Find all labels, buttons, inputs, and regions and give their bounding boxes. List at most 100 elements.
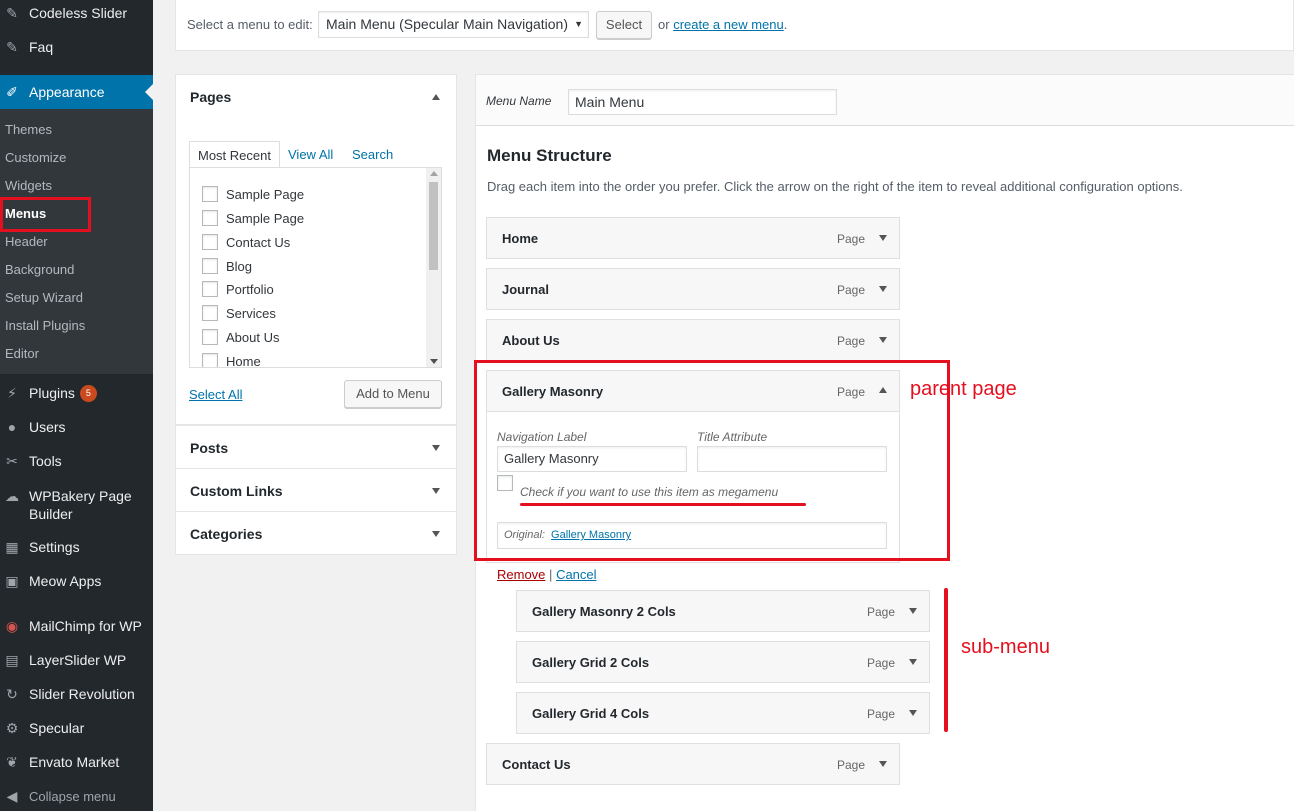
submenu-item-install-plugins[interactable]: Install Plugins — [5, 316, 85, 336]
sidebar-item-mailchimp[interactable]: ◉ MailChimp for WP — [0, 616, 153, 636]
menu-item-title: Gallery Masonry 2 Cols — [532, 604, 676, 619]
list-item[interactable]: Sample Page — [202, 184, 304, 204]
sidebar-item-users[interactable]: ● Users — [0, 417, 153, 437]
menu-item-about-us[interactable]: About Us Page — [486, 319, 900, 361]
expand-arrow-icon[interactable] — [432, 488, 440, 494]
sidebar-item-settings[interactable]: ▦ Settings — [0, 537, 153, 557]
menu-name-input[interactable]: Main Menu — [568, 89, 837, 115]
list-item[interactable]: Blog — [202, 256, 252, 276]
scroll-thumb[interactable] — [429, 182, 438, 270]
page-checkbox[interactable] — [202, 281, 218, 297]
expand-arrow-icon[interactable] — [909, 710, 917, 716]
list-item[interactable]: Portfolio — [202, 279, 274, 299]
menu-item-contact-us[interactable]: Contact Us Page — [486, 743, 900, 785]
create-new-menu-link[interactable]: create a new menu — [673, 17, 784, 32]
list-scrollbar[interactable] — [426, 168, 441, 367]
sub-menu-annotation: sub-menu — [961, 636, 1050, 658]
menu-item-title: Gallery Grid 2 Cols — [532, 655, 650, 670]
wrench-icon: ✂ — [6, 453, 18, 469]
submenu-item-editor[interactable]: Editor — [5, 344, 39, 364]
sidebar-item-appearance[interactable]: ✐ Appearance — [0, 75, 153, 109]
collapse-menu-button[interactable]: ◀ Collapse menu — [0, 786, 153, 806]
expand-arrow-icon[interactable] — [879, 337, 887, 343]
submenu-item-background[interactable]: Background — [5, 260, 74, 280]
pin-icon: ✎ — [6, 5, 18, 21]
parent-page-highlight-box — [474, 360, 950, 561]
expand-arrow-icon[interactable] — [909, 659, 917, 665]
sidebar-item-tools[interactable]: ✂ Tools — [0, 451, 153, 471]
expand-arrow-icon[interactable] — [879, 235, 887, 241]
select-all-link[interactable]: Select All — [189, 387, 242, 402]
gear-icon: ⚙ — [5, 720, 19, 736]
add-to-menu-button[interactable]: Add to Menu — [344, 380, 442, 408]
sidebar-item-meow-apps[interactable]: ▣ Meow Apps — [0, 571, 153, 591]
cancel-link[interactable]: Cancel — [556, 567, 596, 582]
sidebar-item-label: Settings — [29, 539, 80, 555]
select-menu-label: Select a menu to edit: — [187, 17, 313, 32]
custom-links-panel[interactable]: Custom Links — [175, 468, 457, 512]
collapse-menu-label: Collapse menu — [29, 788, 116, 804]
menu-item-type: Page — [837, 283, 866, 297]
submenu-item-gallery-masonry-2-cols[interactable]: Gallery Masonry 2 Cols Page — [516, 590, 930, 632]
sidebar-item-slider-revolution[interactable]: ↻ Slider Revolution — [0, 684, 153, 704]
sidebar-item-envato-market[interactable]: ❦ Envato Market — [0, 752, 153, 772]
camera-icon: ▣ — [5, 573, 19, 589]
page-checkbox[interactable] — [202, 210, 218, 226]
menu-item-journal[interactable]: Journal Page — [486, 268, 900, 310]
page-checkbox[interactable] — [202, 186, 218, 202]
list-item[interactable]: Services — [202, 303, 276, 323]
submenu-item-header[interactable]: Header — [5, 232, 48, 252]
sidebar-item-codeless-slider[interactable]: ✎ Codeless Slider — [0, 0, 153, 30]
select-button[interactable]: Select — [596, 11, 652, 39]
expand-arrow-icon[interactable] — [432, 531, 440, 537]
page-checkbox[interactable] — [202, 305, 218, 321]
parent-page-annotation: parent page — [910, 378, 1017, 400]
collapse-arrow-icon[interactable] — [432, 94, 440, 100]
page-checkbox[interactable] — [202, 234, 218, 250]
sidebar-item-layerslider[interactable]: ▤ LayerSlider WP — [0, 650, 153, 670]
sidebar-item-wpbakery[interactable]: ☁ WPBakery Page Builder — [0, 487, 153, 522]
expand-arrow-icon[interactable] — [909, 608, 917, 614]
sidebar-item-label: Plugins — [29, 385, 75, 401]
page-checkbox[interactable] — [202, 353, 218, 367]
submenu-item-widgets[interactable]: Widgets — [5, 176, 52, 196]
menu-item-type: Page — [837, 334, 866, 348]
menu-select-dropdown[interactable]: Main Menu (Specular Main Navigation) ▼ — [318, 11, 589, 38]
list-item[interactable]: Contact Us — [202, 232, 290, 252]
tab-search[interactable]: Search — [352, 141, 393, 168]
tab-view-all[interactable]: View All — [288, 141, 333, 168]
menu-structure-description: Drag each item into the order you prefer… — [487, 179, 1183, 194]
scroll-up-icon[interactable] — [430, 171, 438, 176]
expand-arrow-icon[interactable] — [879, 761, 887, 767]
page-checkbox[interactable] — [202, 329, 218, 345]
remove-cancel-actions: Remove | Cancel — [497, 567, 597, 582]
sidebar-item-label: Codeless Slider — [29, 5, 128, 21]
submenu-item-setup-wizard[interactable]: Setup Wizard — [5, 288, 83, 308]
submenu-item-customize[interactable]: Customize — [5, 148, 66, 168]
submenu-item-gallery-grid-4-cols[interactable]: Gallery Grid 4 Cols Page — [516, 692, 930, 734]
list-item[interactable]: Sample Page — [202, 208, 304, 228]
menu-item-home[interactable]: Home Page — [486, 217, 900, 259]
sidebar-item-faq[interactable]: ✎ Faq — [0, 30, 153, 64]
submenu-item-gallery-grid-2-cols[interactable]: Gallery Grid 2 Cols Page — [516, 641, 930, 683]
categories-panel-title: Categories — [190, 526, 263, 542]
posts-panel[interactable]: Posts — [175, 425, 457, 469]
sidebar-item-plugins[interactable]: ⚡ Plugins 5 — [0, 383, 153, 403]
expand-arrow-icon[interactable] — [879, 286, 887, 292]
brush-icon: ✐ — [6, 84, 18, 100]
pages-panel-title: Pages — [190, 89, 232, 105]
remove-link[interactable]: Remove — [497, 567, 545, 582]
scroll-down-icon[interactable] — [430, 359, 438, 364]
page-checkbox[interactable] — [202, 258, 218, 274]
users-icon: ● — [7, 419, 17, 435]
collapse-arrow-icon: ◀ — [6, 788, 18, 804]
expand-arrow-icon[interactable] — [432, 445, 440, 451]
submenu-item-themes[interactable]: Themes — [5, 120, 52, 140]
sidebar-item-specular[interactable]: ⚙ Specular — [0, 718, 153, 738]
list-item[interactable]: About Us — [202, 327, 279, 347]
categories-panel[interactable]: Categories — [175, 511, 457, 555]
tab-most-recent[interactable]: Most Recent — [189, 141, 280, 168]
list-item[interactable]: Home — [202, 351, 261, 367]
posts-panel-title: Posts — [190, 440, 229, 456]
sidebar-item-label: Specular — [29, 720, 85, 736]
